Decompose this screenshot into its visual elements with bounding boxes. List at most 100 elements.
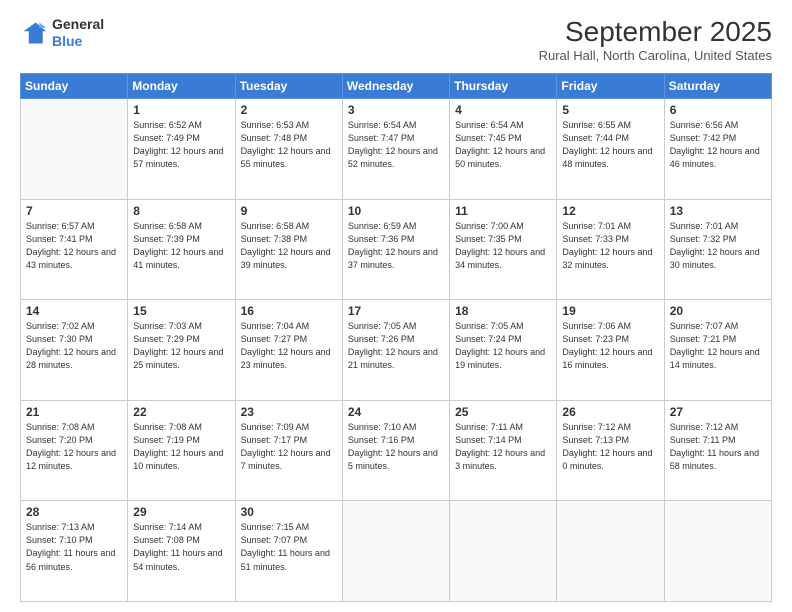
day-number: 1: [133, 103, 229, 117]
calendar-cell: 22Sunrise: 7:08 AMSunset: 7:19 PMDayligh…: [128, 400, 235, 501]
day-info: Sunrise: 7:03 AMSunset: 7:29 PMDaylight:…: [133, 320, 229, 372]
day-number: 6: [670, 103, 766, 117]
calendar-weekday-thursday: Thursday: [450, 74, 557, 99]
day-info: Sunrise: 7:08 AMSunset: 7:19 PMDaylight:…: [133, 421, 229, 473]
day-info: Sunrise: 7:13 AMSunset: 7:10 PMDaylight:…: [26, 521, 122, 573]
calendar-week-row: 21 Sunrise: 7:08 AMSunset: 7:20 PMDayligh…: [21, 400, 772, 501]
day-number: 19: [562, 304, 658, 318]
day-info: Sunrise: 7:05 AMSunset: 7:24 PMDaylight:…: [455, 320, 551, 372]
day-number: 20: [670, 304, 766, 318]
day-info: Sunrise: 6:56 AMSunset: 7:42 PMDaylight:…: [670, 119, 766, 171]
calendar-cell: 3Sunrise: 6:54 AMSunset: 7:47 PMDaylight…: [342, 99, 449, 200]
day-number: 28: [26, 505, 122, 519]
day-number: 4: [455, 103, 551, 117]
calendar-week-row: 7 Sunrise: 6:57 AMSunset: 7:41 PMDaylight…: [21, 199, 772, 300]
day-number: 5: [562, 103, 658, 117]
calendar-cell: 24Sunrise: 7:10 AMSunset: 7:16 PMDayligh…: [342, 400, 449, 501]
logo: General Blue: [20, 16, 104, 50]
day-info: Sunrise: 6:58 AMSunset: 7:39 PMDaylight:…: [133, 220, 229, 272]
day-number: 23: [241, 405, 337, 419]
calendar-weekday-saturday: Saturday: [664, 74, 771, 99]
day-info: Sunrise: 7:15 AMSunset: 7:07 PMDaylight:…: [241, 521, 337, 573]
calendar-weekday-friday: Friday: [557, 74, 664, 99]
calendar-cell: 2 Sunrise: 6:53 AMSunset: 7:48 PMDaylight…: [235, 99, 342, 200]
calendar-cell: 19 Sunrise: 7:06 AMSunset: 7:23 PMDayligh…: [557, 300, 664, 401]
day-info: Sunrise: 7:14 AMSunset: 7:08 PMDaylight:…: [133, 521, 229, 573]
day-info: Sunrise: 7:01 AMSunset: 7:33 PMDaylight:…: [562, 220, 658, 272]
calendar-cell: 17 Sunrise: 7:05 AMSunset: 7:26 PMDayligh…: [342, 300, 449, 401]
day-info: Sunrise: 6:58 AMSunset: 7:38 PMDaylight:…: [241, 220, 337, 272]
calendar-cell: 30 Sunrise: 7:15 AMSunset: 7:07 PMDayligh…: [235, 501, 342, 602]
day-info: Sunrise: 7:02 AMSunset: 7:30 PMDaylight:…: [26, 320, 122, 372]
calendar-cell: 14 Sunrise: 7:02 AMSunset: 7:30 PMDayligh…: [21, 300, 128, 401]
calendar-cell: [557, 501, 664, 602]
day-info: Sunrise: 7:11 AMSunset: 7:14 PMDaylight:…: [455, 421, 551, 473]
day-number: 18: [455, 304, 551, 318]
day-number: 24: [348, 405, 444, 419]
calendar-cell: 1Sunrise: 6:52 AMSunset: 7:49 PMDaylight…: [128, 99, 235, 200]
day-info: Sunrise: 7:00 AMSunset: 7:35 PMDaylight:…: [455, 220, 551, 272]
day-number: 29: [133, 505, 229, 519]
day-number: 2: [241, 103, 337, 117]
calendar-cell: [450, 501, 557, 602]
calendar-weekday-wednesday: Wednesday: [342, 74, 449, 99]
day-number: 27: [670, 405, 766, 419]
day-number: 21: [26, 405, 122, 419]
day-info: Sunrise: 7:08 AMSunset: 7:20 PMDaylight:…: [26, 421, 122, 473]
day-number: 10: [348, 204, 444, 218]
day-number: 8: [133, 204, 229, 218]
calendar-cell: 23 Sunrise: 7:09 AMSunset: 7:17 PMDayligh…: [235, 400, 342, 501]
calendar-cell: 28 Sunrise: 7:13 AMSunset: 7:10 PMDayligh…: [21, 501, 128, 602]
day-info: Sunrise: 6:54 AMSunset: 7:47 PMDaylight:…: [348, 119, 444, 171]
calendar-cell: 5 Sunrise: 6:55 AMSunset: 7:44 PMDaylight…: [557, 99, 664, 200]
calendar-table: SundayMondayTuesdayWednesdayThursdayFrid…: [20, 73, 772, 602]
calendar-cell: 27 Sunrise: 7:12 AMSunset: 7:11 PMDayligh…: [664, 400, 771, 501]
calendar-cell: 20Sunrise: 7:07 AMSunset: 7:21 PMDayligh…: [664, 300, 771, 401]
title-block: September 2025 Rural Hall, North Carolin…: [539, 16, 772, 63]
calendar-week-row: 28 Sunrise: 7:13 AMSunset: 7:10 PMDayligh…: [21, 501, 772, 602]
calendar-cell: 16Sunrise: 7:04 AMSunset: 7:27 PMDayligh…: [235, 300, 342, 401]
day-info: Sunrise: 7:05 AMSunset: 7:26 PMDaylight:…: [348, 320, 444, 372]
calendar-cell: 7 Sunrise: 6:57 AMSunset: 7:41 PMDaylight…: [21, 199, 128, 300]
calendar-cell: 29 Sunrise: 7:14 AMSunset: 7:08 PMDayligh…: [128, 501, 235, 602]
logo-icon: [20, 19, 48, 47]
calendar-cell: 8 Sunrise: 6:58 AMSunset: 7:39 PMDaylight…: [128, 199, 235, 300]
day-info: Sunrise: 6:54 AMSunset: 7:45 PMDaylight:…: [455, 119, 551, 171]
day-number: 15: [133, 304, 229, 318]
logo-text: General Blue: [52, 16, 104, 50]
calendar-cell: 12 Sunrise: 7:01 AMSunset: 7:33 PMDayligh…: [557, 199, 664, 300]
day-number: 13: [670, 204, 766, 218]
day-info: Sunrise: 7:12 AMSunset: 7:11 PMDaylight:…: [670, 421, 766, 473]
calendar-cell: 15 Sunrise: 7:03 AMSunset: 7:29 PMDayligh…: [128, 300, 235, 401]
day-number: 14: [26, 304, 122, 318]
header: General Blue September 2025 Rural Hall, …: [20, 16, 772, 63]
day-info: Sunrise: 7:06 AMSunset: 7:23 PMDaylight:…: [562, 320, 658, 372]
day-number: 17: [348, 304, 444, 318]
month-title: September 2025: [539, 16, 772, 48]
calendar-cell: 11Sunrise: 7:00 AMSunset: 7:35 PMDayligh…: [450, 199, 557, 300]
day-number: 25: [455, 405, 551, 419]
page: General Blue September 2025 Rural Hall, …: [0, 0, 792, 612]
day-info: Sunrise: 7:09 AMSunset: 7:17 PMDaylight:…: [241, 421, 337, 473]
day-info: Sunrise: 6:53 AMSunset: 7:48 PMDaylight:…: [241, 119, 337, 171]
logo-general-text: General: [52, 16, 104, 32]
calendar-weekday-monday: Monday: [128, 74, 235, 99]
calendar-cell: 18 Sunrise: 7:05 AMSunset: 7:24 PMDayligh…: [450, 300, 557, 401]
day-number: 26: [562, 405, 658, 419]
day-info: Sunrise: 6:57 AMSunset: 7:41 PMDaylight:…: [26, 220, 122, 272]
calendar-week-row: 1Sunrise: 6:52 AMSunset: 7:49 PMDaylight…: [21, 99, 772, 200]
day-number: 7: [26, 204, 122, 218]
day-info: Sunrise: 6:55 AMSunset: 7:44 PMDaylight:…: [562, 119, 658, 171]
calendar-weekday-tuesday: Tuesday: [235, 74, 342, 99]
calendar-cell: 13Sunrise: 7:01 AMSunset: 7:32 PMDayligh…: [664, 199, 771, 300]
day-info: Sunrise: 6:59 AMSunset: 7:36 PMDaylight:…: [348, 220, 444, 272]
calendar-cell: [664, 501, 771, 602]
calendar-week-row: 14 Sunrise: 7:02 AMSunset: 7:30 PMDayligh…: [21, 300, 772, 401]
day-number: 9: [241, 204, 337, 218]
day-number: 30: [241, 505, 337, 519]
day-info: Sunrise: 7:04 AMSunset: 7:27 PMDaylight:…: [241, 320, 337, 372]
calendar-cell: [21, 99, 128, 200]
calendar-cell: 4 Sunrise: 6:54 AMSunset: 7:45 PMDaylight…: [450, 99, 557, 200]
day-number: 12: [562, 204, 658, 218]
calendar-cell: 25 Sunrise: 7:11 AMSunset: 7:14 PMDayligh…: [450, 400, 557, 501]
